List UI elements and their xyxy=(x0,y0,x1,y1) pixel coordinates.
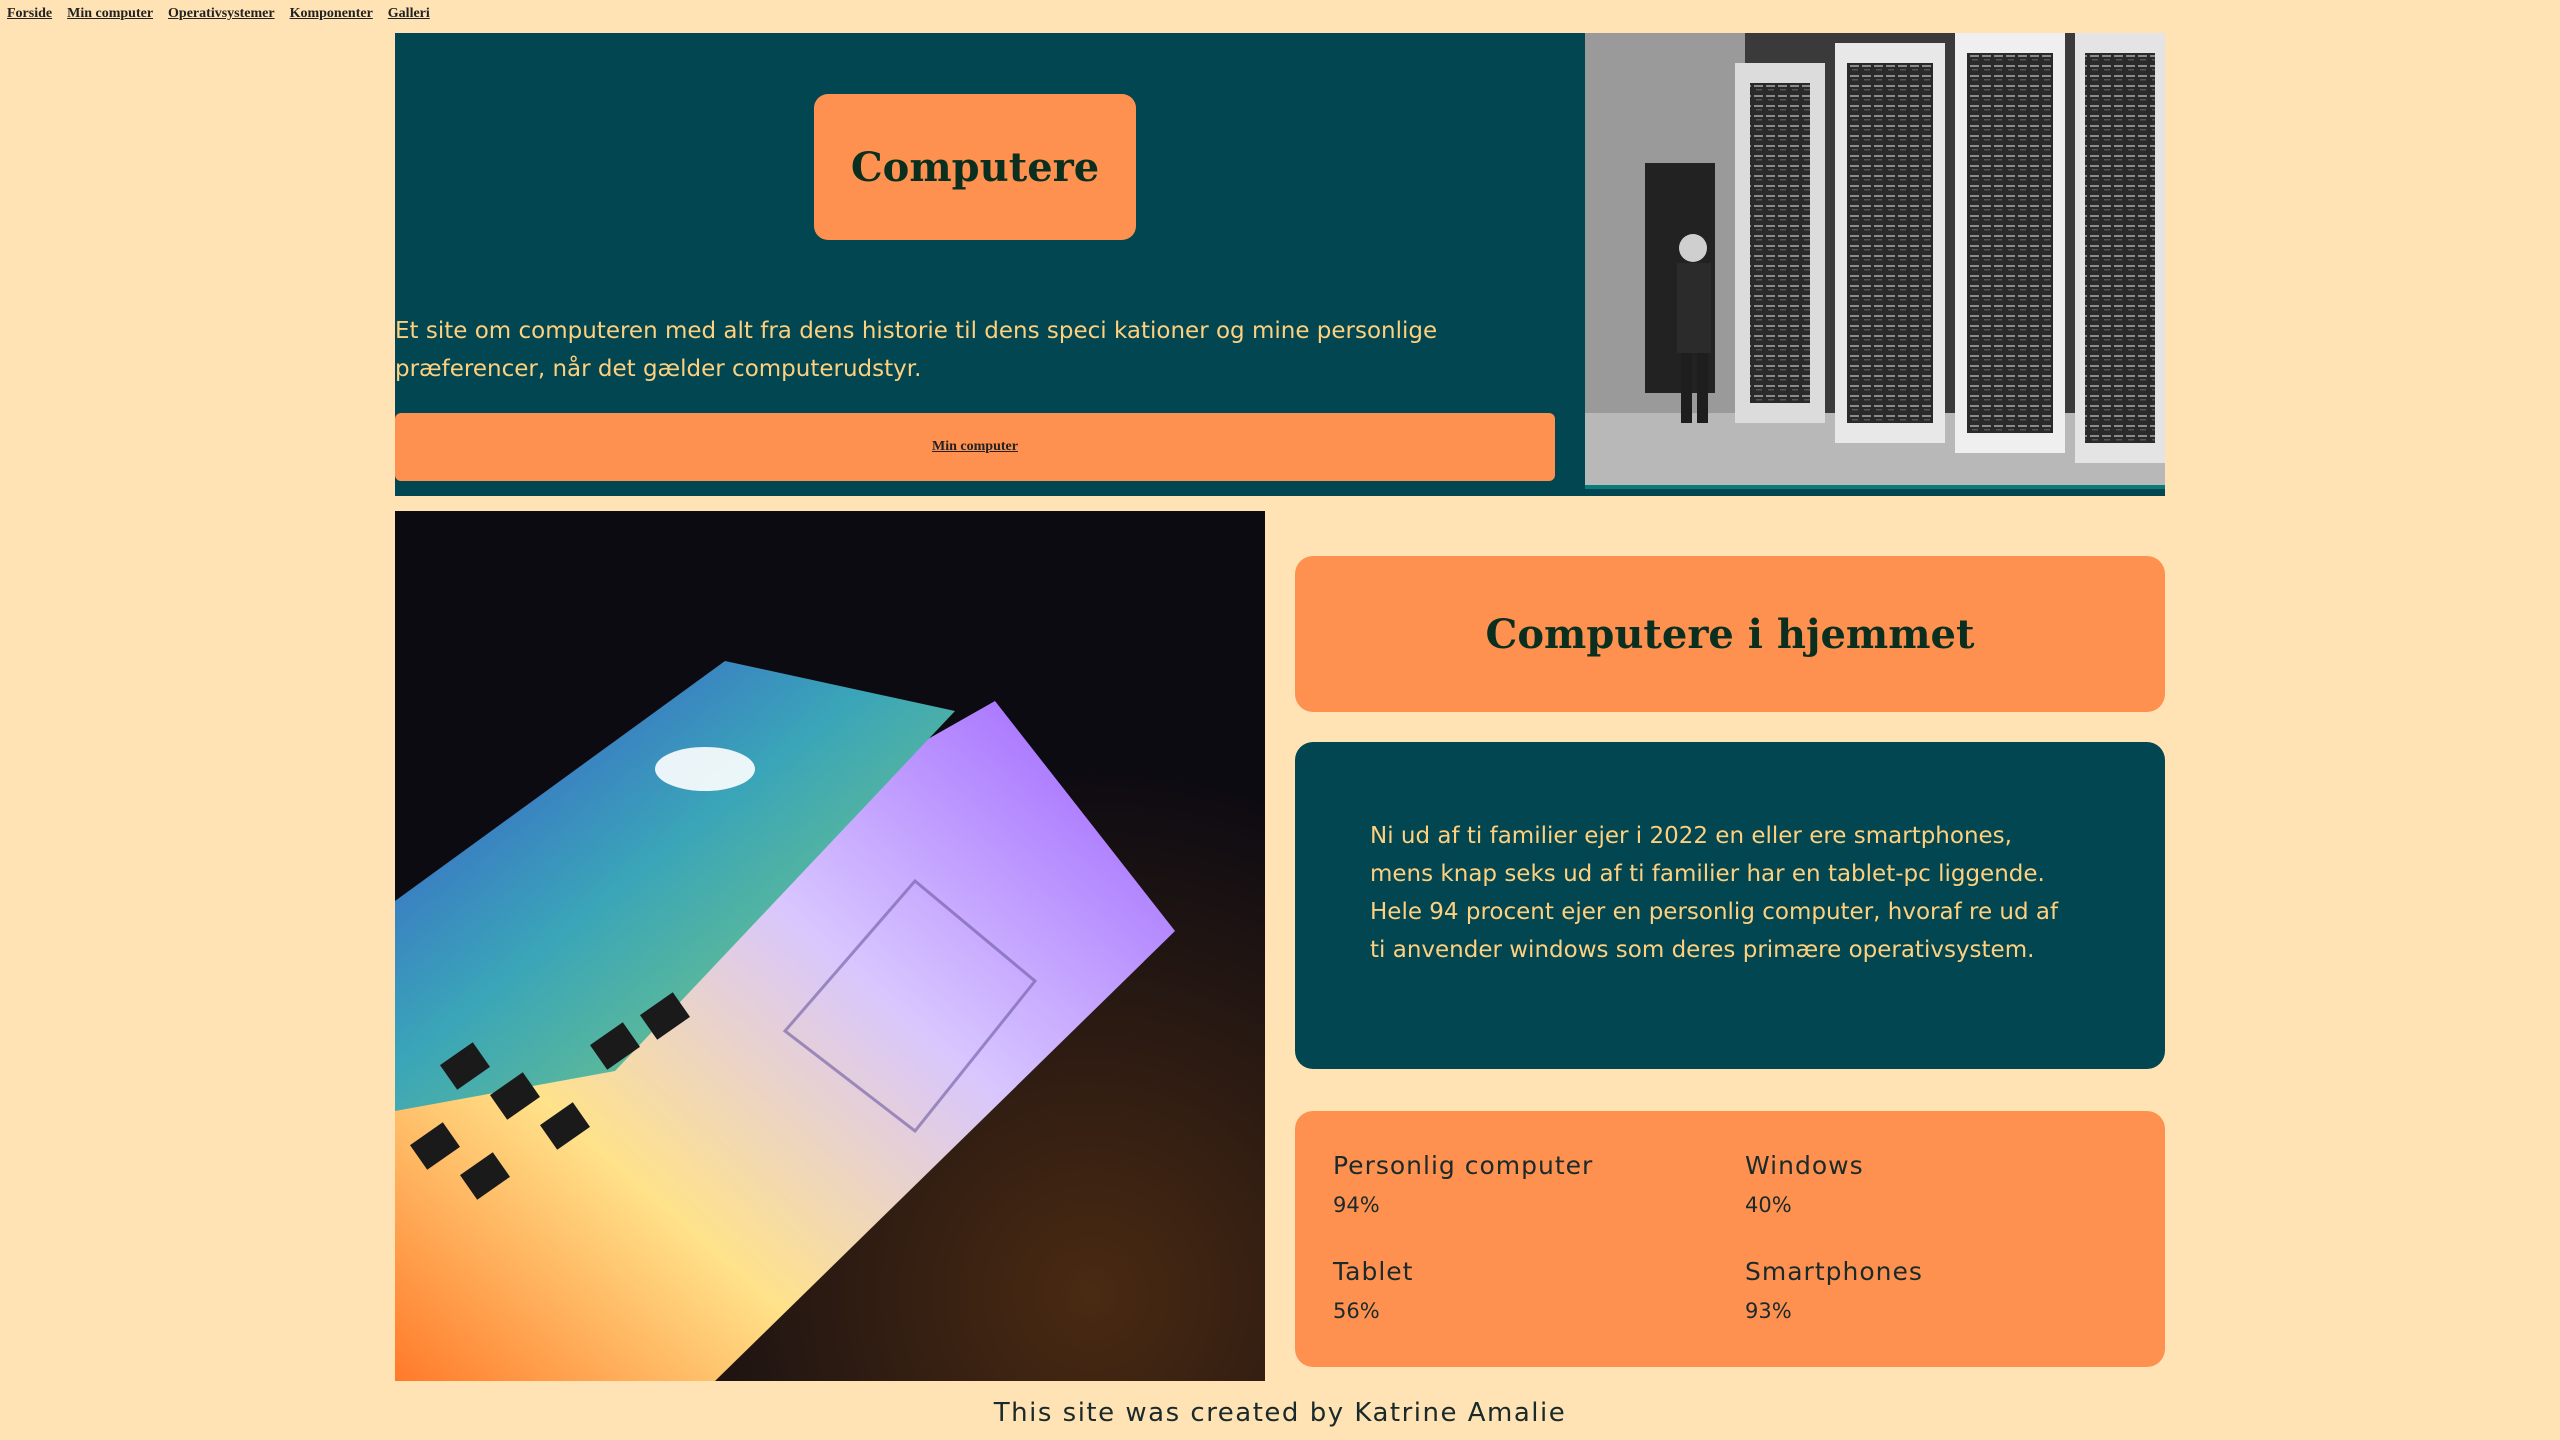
stat-value: 40% xyxy=(1745,1193,1792,1217)
site-footer: This site was created by Katrine Amalie xyxy=(993,1398,1567,1428)
stat-value: 93% xyxy=(1745,1299,1792,1323)
stat-personlig-computer: Personlig computer 94% xyxy=(1333,1151,1593,1217)
stat-smartphones: Smartphones 93% xyxy=(1745,1257,1923,1323)
server-room-photo xyxy=(1585,33,2165,489)
stat-label: Tablet xyxy=(1333,1257,1414,1286)
nav-link-operativsystemer[interactable]: Operativsystemer xyxy=(168,6,275,22)
stat-value: 94% xyxy=(1333,1193,1380,1217)
stat-value: 56% xyxy=(1333,1299,1380,1323)
nav-link-galleri[interactable]: Galleri xyxy=(388,6,430,22)
home-heading-card: Computere i hjemmet xyxy=(1295,556,2165,712)
laptop-illustration xyxy=(395,511,1265,1381)
stats-card: Personlig computer 94% Windows 40% Table… xyxy=(1295,1111,2165,1367)
stat-label: Windows xyxy=(1745,1151,1864,1180)
server-room-illustration xyxy=(1585,33,2165,489)
stat-label: Smartphones xyxy=(1745,1257,1923,1286)
home-info-card: Ni ud af ti familier ejer i 2022 en elle… xyxy=(1295,742,2165,1069)
stat-label: Personlig computer xyxy=(1333,1151,1594,1180)
page-title: Computere xyxy=(850,143,1100,191)
hero-section: Computere Et site om computeren med alt … xyxy=(395,33,2165,496)
nav-link-komponenter[interactable]: Komponenter xyxy=(290,6,373,22)
stat-tablet: Tablet 56% xyxy=(1333,1257,1413,1323)
home-heading: Computere i hjemmet xyxy=(1485,610,1975,658)
stat-windows: Windows 40% xyxy=(1745,1151,1864,1217)
min-computer-button-label[interactable]: Min computer xyxy=(932,439,1018,455)
nav-link-min-computer[interactable]: Min computer xyxy=(67,6,153,22)
hero-title-box: Computere xyxy=(814,94,1136,240)
laptop-photo xyxy=(395,511,1265,1381)
min-computer-button[interactable]: Min computer xyxy=(395,413,1555,481)
home-info-text: Ni ud af ti familier ejer i 2022 en elle… xyxy=(1370,823,2059,963)
hero-description: Et site om computeren med alt fra dens h… xyxy=(395,318,1438,382)
nav-link-forside[interactable]: Forside xyxy=(7,6,52,22)
top-nav: Forside Min computer Operativsystemer Ko… xyxy=(7,6,430,22)
